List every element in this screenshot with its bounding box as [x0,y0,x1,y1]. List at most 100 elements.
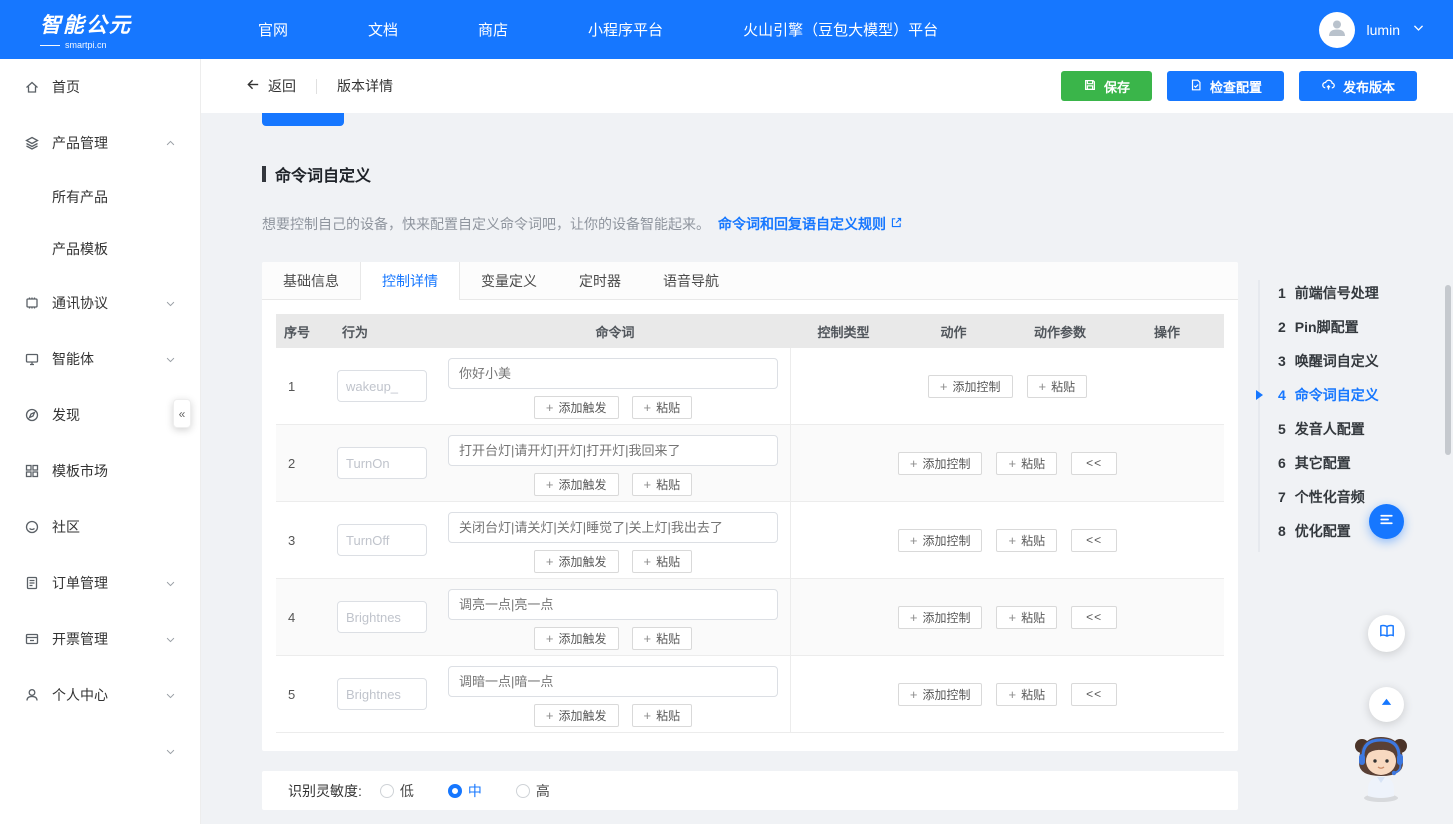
add-control-button[interactable]: +添加控制 [898,452,983,475]
tab-voice-navigation[interactable]: 语音导航 [642,262,740,299]
collapse-row-button[interactable]: << [1071,452,1117,475]
check-config-button[interactable]: 检查配置 [1167,71,1284,101]
sidebar-item-discover[interactable]: 发现 [0,387,200,443]
section-title: 命令词自定义 [262,162,371,186]
nav-item-docs[interactable]: 文档 [368,19,398,40]
step-optimize-config[interactable]: 8优化配置 [1258,514,1453,548]
step-frontend-signal[interactable]: 1前端信号处理 [1258,276,1453,310]
sidebar-item-invoice-management[interactable]: 开票管理 [0,611,200,667]
sidebar-collapse-button[interactable]: « [173,399,191,428]
step-wakeword-custom[interactable]: 3唤醒词自定义 [1258,344,1453,378]
chevron-down-icon[interactable] [1412,21,1425,39]
sidebar-item-personal-center[interactable]: 个人中心 [0,667,200,723]
rules-link[interactable]: 命令词和回复语自定义规则 [718,214,903,234]
paste-button[interactable]: +粘贴 [1027,375,1088,398]
collapse-row-button[interactable]: << [1071,606,1117,629]
row-actions: +添加控制 +粘贴 << [790,502,1224,578]
chevron-down-icon [165,578,176,589]
behavior-input[interactable] [337,601,427,633]
command-input[interactable] [448,589,778,620]
back-to-top-button[interactable] [1369,687,1404,722]
paste-button[interactable]: +粘贴 [996,529,1057,552]
step-command-custom[interactable]: 4命令词自定义 [1258,378,1453,412]
step-pin-config[interactable]: 2Pin脚配置 [1258,310,1453,344]
sidebar-item-agent[interactable]: 智能体 [0,331,200,387]
sidebar-item-product-templates[interactable]: 产品模板 [0,223,200,275]
command-input[interactable] [448,512,778,543]
scrolled-button-fragment[interactable] [262,113,344,126]
tab-timer[interactable]: 定时器 [558,262,642,299]
nav-item-official-site[interactable]: 官网 [258,19,288,40]
grid-icon [24,463,40,479]
outline-float-button[interactable] [1369,504,1404,539]
paste-button[interactable]: +粘贴 [996,683,1057,706]
behavior-input[interactable] [337,524,427,556]
page-toolbar: 返回 版本详情 保存 检查配置 发布版本 [201,59,1453,113]
logo[interactable]: 智能公元 smartpi.cn [40,9,158,50]
paste-button[interactable]: +粘贴 [996,606,1057,629]
sidebar-item-extra[interactable] [0,723,200,779]
paste-button[interactable]: +粘贴 [632,704,693,727]
step-personalized-audio[interactable]: 7个性化音频 [1258,480,1453,514]
add-trigger-button[interactable]: +添加触发 [534,627,619,650]
user-avatar[interactable] [1319,12,1355,48]
radio-medium[interactable]: 中 [448,781,482,801]
paste-button[interactable]: +粘贴 [632,550,693,573]
paste-button[interactable]: +粘贴 [632,396,693,419]
tab-basic-info[interactable]: 基础信息 [262,262,360,299]
step-other-config[interactable]: 6其它配置 [1258,446,1453,480]
toolbar-divider [316,79,317,94]
home-icon [24,79,40,95]
behavior-input[interactable] [337,678,427,710]
add-trigger-button[interactable]: +添加触发 [534,704,619,727]
nav-item-volcano-platform[interactable]: 火山引擎（豆包大模型）平台 [743,19,938,40]
config-tabs: 基础信息 控制详情 变量定义 定时器 语音导航 [262,262,1238,300]
add-control-button[interactable]: +添加控制 [898,529,983,552]
radio-high[interactable]: 高 [516,781,550,801]
assistant-avatar[interactable] [1349,728,1413,804]
tab-control-detail[interactable]: 控制详情 [360,262,460,300]
collapse-row-button[interactable]: << [1071,529,1117,552]
paste-button[interactable]: +粘贴 [996,452,1057,475]
sidebar-item-product-management[interactable]: 产品管理 [0,115,200,171]
command-input[interactable] [448,435,778,466]
behavior-input[interactable] [337,447,427,479]
step-speaker-config[interactable]: 5发音人配置 [1258,412,1453,446]
command-input[interactable] [448,666,778,697]
command-input[interactable] [448,358,778,389]
publish-version-button[interactable]: 发布版本 [1299,71,1417,101]
add-trigger-button[interactable]: +添加触发 [534,550,619,573]
plus-icon: + [910,533,918,548]
add-control-button[interactable]: +添加控制 [898,606,983,629]
command-buttons: +添加触发 +粘贴 [448,396,778,419]
sensitivity-label: 识别灵敏度: [288,781,362,801]
collapse-row-button[interactable]: << [1071,683,1117,706]
tab-variable-definition[interactable]: 变量定义 [460,262,558,299]
paste-button[interactable]: +粘贴 [632,627,693,650]
add-trigger-button[interactable]: +添加触发 [534,473,619,496]
sidebar-item-template-market[interactable]: 模板市场 [0,443,200,499]
sidebar-item-order-management[interactable]: 订单管理 [0,555,200,611]
add-control-button[interactable]: +添加控制 [928,375,1013,398]
page-scrollbar-thumb[interactable] [1445,285,1451,455]
nav-item-store[interactable]: 商店 [478,19,508,40]
radio-circle-checked [448,784,462,798]
sidebar-item-community[interactable]: 社区 [0,499,200,555]
add-control-button[interactable]: +添加控制 [898,683,983,706]
command-buttons: +添加触发 +粘贴 [448,473,778,496]
back-button[interactable]: 返回 [246,76,296,96]
row-actions: +添加控制 +粘贴 [790,348,1224,424]
sidebar-item-all-products[interactable]: 所有产品 [0,171,200,223]
sidebar-item-home[interactable]: 首页 [0,59,200,115]
add-trigger-button[interactable]: +添加触发 [534,396,619,419]
nav-item-miniprogram[interactable]: 小程序平台 [588,19,663,40]
behavior-input[interactable] [337,370,427,402]
docs-float-button[interactable] [1368,615,1405,652]
paste-button[interactable]: +粘贴 [632,473,693,496]
save-button[interactable]: 保存 [1061,71,1152,101]
title-marker [262,166,266,182]
radio-low[interactable]: 低 [380,781,414,801]
plus-icon: + [910,610,918,625]
sidebar-item-communication-protocol[interactable]: 通讯协议 [0,275,200,331]
top-header: 智能公元 smartpi.cn 官网 文档 商店 小程序平台 火山引擎（豆包大模… [0,0,1453,59]
